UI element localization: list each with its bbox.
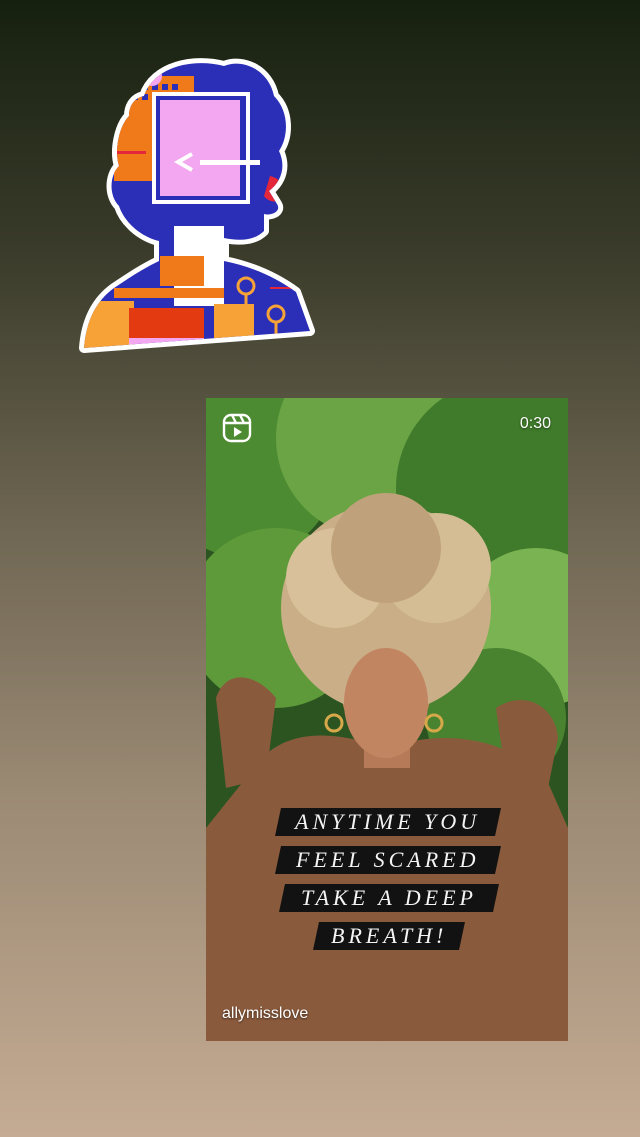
caption-line-4: BREATH! (313, 922, 465, 950)
caption-line-3: TAKE A DEEP (279, 884, 499, 912)
reel-username[interactable]: allymisslove (222, 1005, 308, 1023)
profile-silhouette-sticker[interactable] (74, 56, 318, 360)
reels-icon[interactable] (222, 413, 252, 443)
caption-line-1: ANYTIME YOU (275, 808, 501, 836)
reel-preview-card[interactable]: 0:30 ANYTIME YOU FEEL SCARED TAKE A DEEP… (206, 398, 568, 1041)
caption-line-2: FEEL SCARED (275, 846, 501, 874)
video-duration: 0:30 (519, 415, 551, 432)
